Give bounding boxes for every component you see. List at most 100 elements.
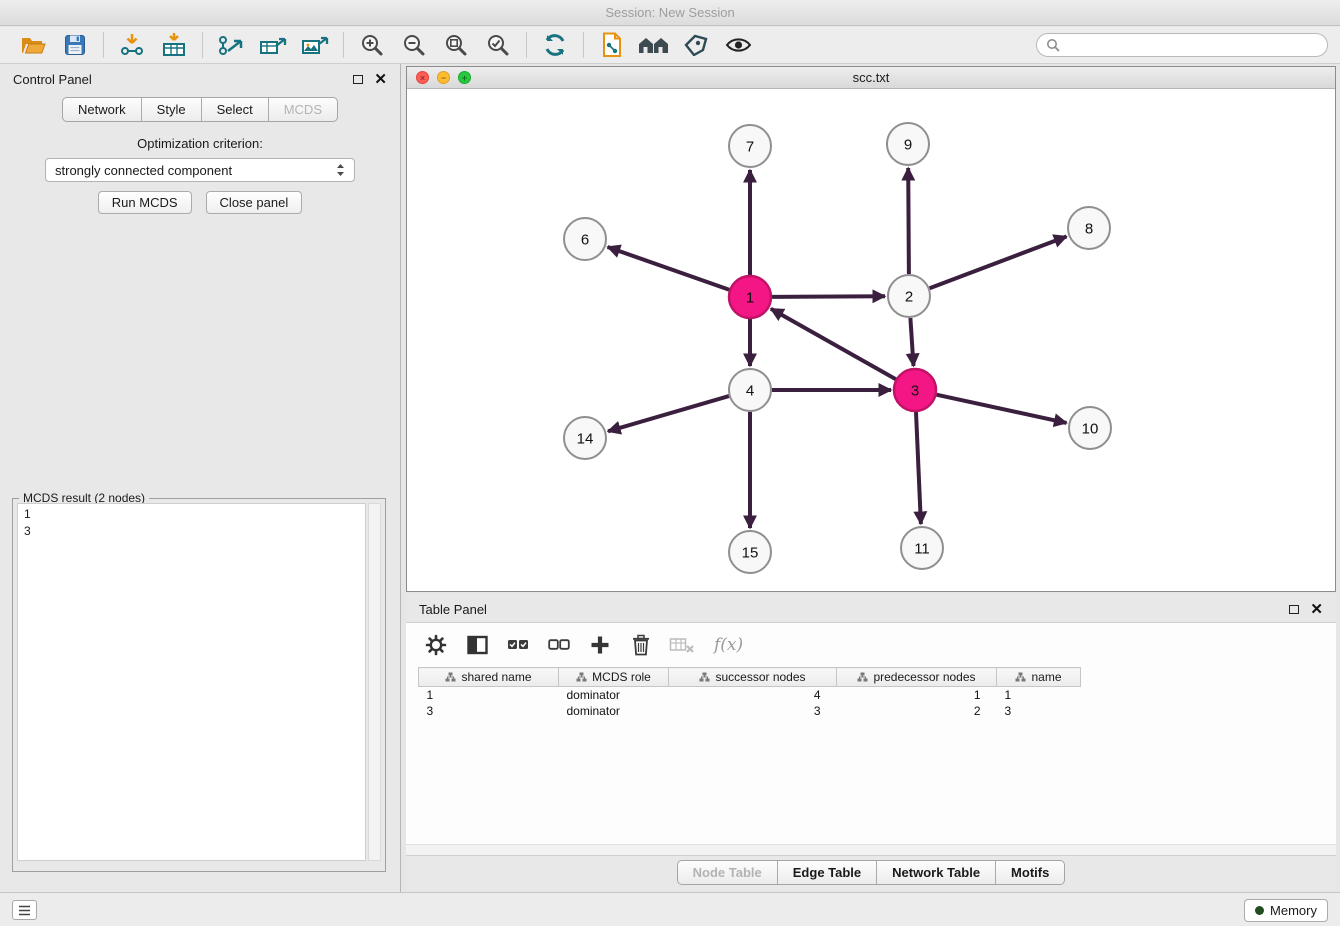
criterion-select[interactable]: strongly connected component xyxy=(45,158,355,182)
graph-node-14[interactable]: 14 xyxy=(564,417,606,459)
table-panel: Table Panel ✕ xyxy=(406,594,1336,890)
save-session-button[interactable] xyxy=(54,29,96,61)
float-panel-icon[interactable] xyxy=(353,75,363,84)
tab-motifs[interactable]: Motifs xyxy=(996,861,1064,884)
search-box[interactable] xyxy=(1036,33,1328,57)
graph-edge-3-10[interactable] xyxy=(937,395,1067,423)
status-menu-button[interactable] xyxy=(12,900,37,920)
graph-node-8[interactable]: 8 xyxy=(1068,207,1110,249)
select-all-rows-button[interactable] xyxy=(505,637,531,653)
result-scrollbar[interactable] xyxy=(368,503,381,861)
cell-name[interactable]: 1 xyxy=(997,687,1081,704)
graph-node-6[interactable]: 6 xyxy=(564,218,606,260)
delete-table-button[interactable] xyxy=(669,636,695,654)
cell-mcds-role[interactable]: dominator xyxy=(559,703,669,719)
cell-predecessor-nodes[interactable]: 2 xyxy=(837,703,997,719)
export-table-button[interactable] xyxy=(252,29,294,61)
close-panel-button[interactable]: Close panel xyxy=(206,191,303,214)
export-network-button[interactable] xyxy=(210,29,252,61)
table-row[interactable]: 3 dominator 3 2 3 xyxy=(419,703,1081,719)
network-canvas[interactable]: 7 9 6 8 1 2 4 3 14 10 15 11 xyxy=(407,89,1335,591)
zoom-selected-button[interactable] xyxy=(477,29,519,61)
column-header-successor-nodes[interactable]: successor nodes xyxy=(669,668,837,687)
zoom-out-button[interactable] xyxy=(393,29,435,61)
column-header-mcds-role[interactable]: MCDS role xyxy=(559,668,669,687)
graph-edge-4-14[interactable] xyxy=(608,396,729,431)
cell-successor-nodes[interactable]: 4 xyxy=(669,687,837,704)
network-window-titlebar[interactable]: × − + scc.txt xyxy=(407,67,1335,89)
network-from-selection-button[interactable] xyxy=(591,29,633,61)
column-header-predecessor-nodes[interactable]: predecessor nodes xyxy=(837,668,997,687)
export-image-button[interactable] xyxy=(294,29,336,61)
toggle-graphics-button[interactable] xyxy=(717,29,759,61)
style-button[interactable] xyxy=(675,29,717,61)
memory-button[interactable]: Memory xyxy=(1244,899,1328,922)
graph-node-7[interactable]: 7 xyxy=(729,125,771,167)
graph-edge-3-11[interactable] xyxy=(916,412,921,524)
mcds-result-item[interactable]: 3 xyxy=(24,523,359,540)
graph-edge-2-8[interactable] xyxy=(930,237,1067,289)
minimize-window-icon[interactable]: − xyxy=(437,71,450,84)
import-network-button[interactable] xyxy=(111,29,153,61)
cell-name[interactable]: 3 xyxy=(997,703,1081,719)
tab-edge-table[interactable]: Edge Table xyxy=(778,861,877,884)
graph-node-3[interactable]: 3 xyxy=(894,369,936,411)
tab-network[interactable]: Network xyxy=(63,98,142,121)
graph-edge-2-3[interactable] xyxy=(910,318,913,366)
deselect-all-rows-button[interactable] xyxy=(546,637,572,653)
run-mcds-button[interactable]: Run MCDS xyxy=(98,191,192,214)
column-header-name[interactable]: name xyxy=(997,668,1081,687)
show-details-button[interactable] xyxy=(633,29,675,61)
table-panel-body: f(x) shared name MCDS role successor nod… xyxy=(406,622,1336,856)
function-builder-button[interactable]: f(x) xyxy=(714,635,743,655)
cell-shared-name[interactable]: 3 xyxy=(419,703,559,719)
graph-node-label: 10 xyxy=(1082,420,1099,437)
graph-edge-1-2[interactable] xyxy=(772,296,885,297)
graph-edge-1-6[interactable] xyxy=(608,247,730,290)
tab-node-table[interactable]: Node Table xyxy=(678,861,778,884)
graph-node-9[interactable]: 9 xyxy=(887,123,929,165)
tab-network-table[interactable]: Network Table xyxy=(877,861,996,884)
table-toolbar: f(x) xyxy=(406,623,1336,667)
table-columns-button[interactable] xyxy=(464,635,490,655)
column-type-icon xyxy=(857,672,868,682)
optimization-criterion-label: Optimization criterion: xyxy=(0,136,400,151)
delete-column-button[interactable] xyxy=(628,634,654,656)
close-panel-icon[interactable]: ✕ xyxy=(374,72,387,87)
zoom-fit-button[interactable] xyxy=(435,29,477,61)
column-header-shared-name[interactable]: shared name xyxy=(419,668,559,687)
close-table-panel-icon[interactable]: ✕ xyxy=(1310,602,1323,617)
add-column-button[interactable] xyxy=(587,635,613,655)
mcds-result-item[interactable]: 1 xyxy=(24,506,359,523)
cell-predecessor-nodes[interactable]: 1 xyxy=(837,687,997,704)
cell-successor-nodes[interactable]: 3 xyxy=(669,703,837,719)
float-table-panel-icon[interactable] xyxy=(1289,605,1299,614)
graph-node-15[interactable]: 15 xyxy=(729,531,771,573)
graph-edge-2-9[interactable] xyxy=(908,168,909,274)
cell-shared-name[interactable]: 1 xyxy=(419,687,559,704)
mcds-result-list[interactable]: 1 3 xyxy=(17,503,366,861)
graph-node-11[interactable]: 11 xyxy=(901,527,943,569)
graph-node-label: 14 xyxy=(577,430,594,447)
zoom-in-button[interactable] xyxy=(351,29,393,61)
graph-node-4[interactable]: 4 xyxy=(729,369,771,411)
graph-edge-3-1[interactable] xyxy=(771,309,896,379)
apply-layout-button[interactable] xyxy=(534,29,576,61)
cell-mcds-role[interactable]: dominator xyxy=(559,687,669,704)
maximize-window-icon[interactable]: + xyxy=(458,71,471,84)
table-settings-button[interactable] xyxy=(423,634,449,656)
close-window-icon[interactable]: × xyxy=(416,71,429,84)
graph-node-10[interactable]: 10 xyxy=(1069,407,1111,449)
network-graph[interactable]: 7 9 6 8 1 2 4 3 14 10 15 11 xyxy=(407,89,1335,591)
graph-node-label: 8 xyxy=(1085,220,1093,237)
tab-style[interactable]: Style xyxy=(142,98,202,121)
graph-node-2[interactable]: 2 xyxy=(888,275,930,317)
table-horizontal-scrollbar[interactable] xyxy=(406,844,1336,855)
tab-mcds[interactable]: MCDS xyxy=(269,98,337,121)
graph-node-1[interactable]: 1 xyxy=(729,276,771,318)
import-table-button[interactable] xyxy=(153,29,195,61)
open-session-button[interactable] xyxy=(12,29,54,61)
table-row[interactable]: 1 dominator 4 1 1 xyxy=(419,687,1081,704)
tab-select[interactable]: Select xyxy=(202,98,269,121)
search-input[interactable] xyxy=(1066,37,1318,54)
